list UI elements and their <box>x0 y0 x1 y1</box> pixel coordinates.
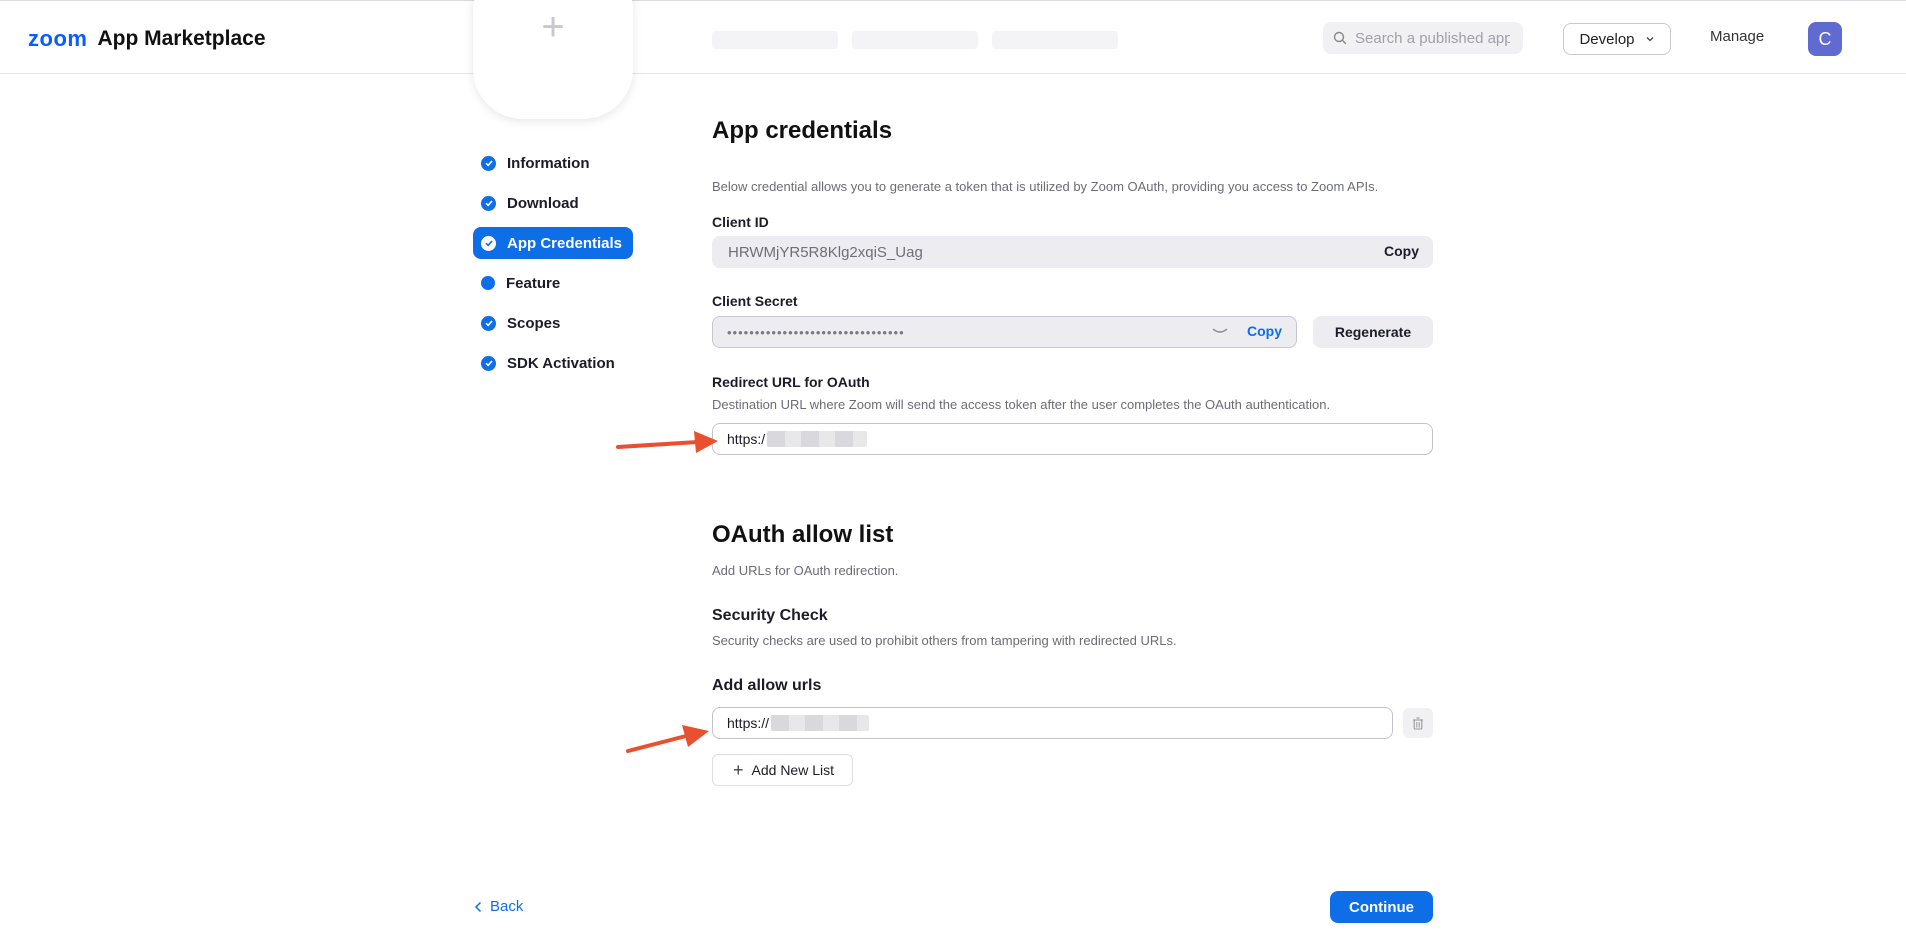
annotation-arrow-icon <box>626 725 709 753</box>
avatar[interactable]: C <box>1808 22 1842 56</box>
back-label: Back <box>490 898 524 915</box>
check-circle-icon <box>481 355 496 371</box>
add-new-list-label: Add New List <box>751 762 834 778</box>
eye-closed-icon[interactable] <box>1212 323 1228 341</box>
redirect-url-label: Redirect URL for OAuth <box>712 374 870 390</box>
sidebar-item-download[interactable]: Download <box>473 187 633 219</box>
develop-dropdown[interactable]: Develop <box>1563 23 1671 55</box>
step-sidebar: Information Download App Credentials Fea… <box>473 147 633 387</box>
check-circle-icon <box>481 235 496 251</box>
client-secret-field: •••••••••••••••••••••••••••••••• Copy <box>712 316 1297 348</box>
zoom-logo-text: zoom <box>28 26 88 51</box>
obscured-tag <box>852 31 978 49</box>
copy-client-secret-button[interactable]: Copy <box>1247 323 1282 339</box>
sidebar-item-label: App Credentials <box>507 234 623 252</box>
allow-url-input[interactable]: https:// <box>712 707 1393 739</box>
sidebar-item-sdk-activation[interactable]: SDK Activation <box>473 347 633 379</box>
obscured-tag <box>992 31 1118 49</box>
chevron-left-icon <box>474 901 482 912</box>
app-frame: zoom App Marketplace Develop Manage C + <box>0 0 1906 945</box>
logo[interactable]: zoom App Marketplace <box>28 26 266 52</box>
pending-dot-icon <box>481 276 495 290</box>
client-id-field: HRWMjYR5R8Klg2xqiS_Uag Copy <box>712 236 1433 268</box>
client-secret-masked: •••••••••••••••••••••••••••••••• <box>727 324 905 340</box>
search-input[interactable] <box>1355 29 1510 47</box>
sidebar-item-scopes[interactable]: Scopes <box>473 307 633 339</box>
annotation-arrow-icon <box>616 431 718 453</box>
chevron-down-icon <box>1646 37 1653 42</box>
sidebar-item-label: Feature <box>506 274 561 292</box>
sidebar-item-label: Information <box>507 154 590 172</box>
sidebar-item-label: Scopes <box>507 314 561 332</box>
app-credentials-title: App credentials <box>712 117 893 144</box>
copy-client-id-button[interactable]: Copy <box>1384 243 1419 259</box>
check-circle-icon <box>481 195 496 211</box>
add-new-list-button[interactable]: + Add New List <box>712 754 853 786</box>
sidebar-item-information[interactable]: Information <box>473 147 633 179</box>
security-check-title: Security Check <box>712 607 828 624</box>
add-allow-urls-label: Add allow urls <box>712 677 822 694</box>
redacted-text <box>767 431 868 447</box>
client-secret-label: Client Secret <box>712 293 798 309</box>
redirect-url-description: Destination URL where Zoom will send the… <box>712 397 1331 412</box>
allow-list-description: Add URLs for OAuth redirection. <box>712 563 899 578</box>
check-circle-icon <box>481 155 496 171</box>
obscured-tags <box>712 31 1118 49</box>
check-circle-icon <box>481 315 496 331</box>
app-marketplace-title: App Marketplace <box>97 27 266 50</box>
trash-icon[interactable] <box>1403 708 1433 738</box>
redirect-url-value: https:/ <box>727 431 766 447</box>
sidebar-item-label: SDK Activation <box>507 354 615 372</box>
obscured-tag <box>712 31 838 49</box>
back-button[interactable]: Back <box>474 898 523 915</box>
divider <box>712 73 1433 74</box>
client-id-label: Client ID <box>712 214 769 230</box>
develop-label: Develop <box>1579 30 1635 48</box>
upload-logo-card[interactable]: + <box>473 0 633 119</box>
continue-button[interactable]: Continue <box>1330 891 1433 923</box>
manage-link[interactable]: Manage <box>1710 28 1764 45</box>
credentials-description: Below credential allows you to generate … <box>712 179 1379 194</box>
search-icon <box>1333 31 1347 45</box>
security-check-description: Security checks are used to prohibit oth… <box>712 633 1177 648</box>
sidebar-item-app-credentials[interactable]: App Credentials <box>473 227 633 259</box>
redirect-url-input[interactable]: https:/ <box>712 423 1433 455</box>
regenerate-button[interactable]: Regenerate <box>1313 316 1433 348</box>
allow-url-value: https:// <box>727 715 770 731</box>
sidebar-item-label: Download <box>507 194 579 212</box>
oauth-allow-list-title: OAuth allow list <box>712 521 894 548</box>
sidebar-item-feature[interactable]: Feature <box>473 267 633 299</box>
redacted-text <box>771 715 870 731</box>
plus-icon: + <box>733 760 744 780</box>
search-box[interactable] <box>1323 22 1523 54</box>
client-id-value: HRWMjYR5R8Klg2xqiS_Uag <box>728 243 923 261</box>
plus-icon: + <box>541 5 565 49</box>
